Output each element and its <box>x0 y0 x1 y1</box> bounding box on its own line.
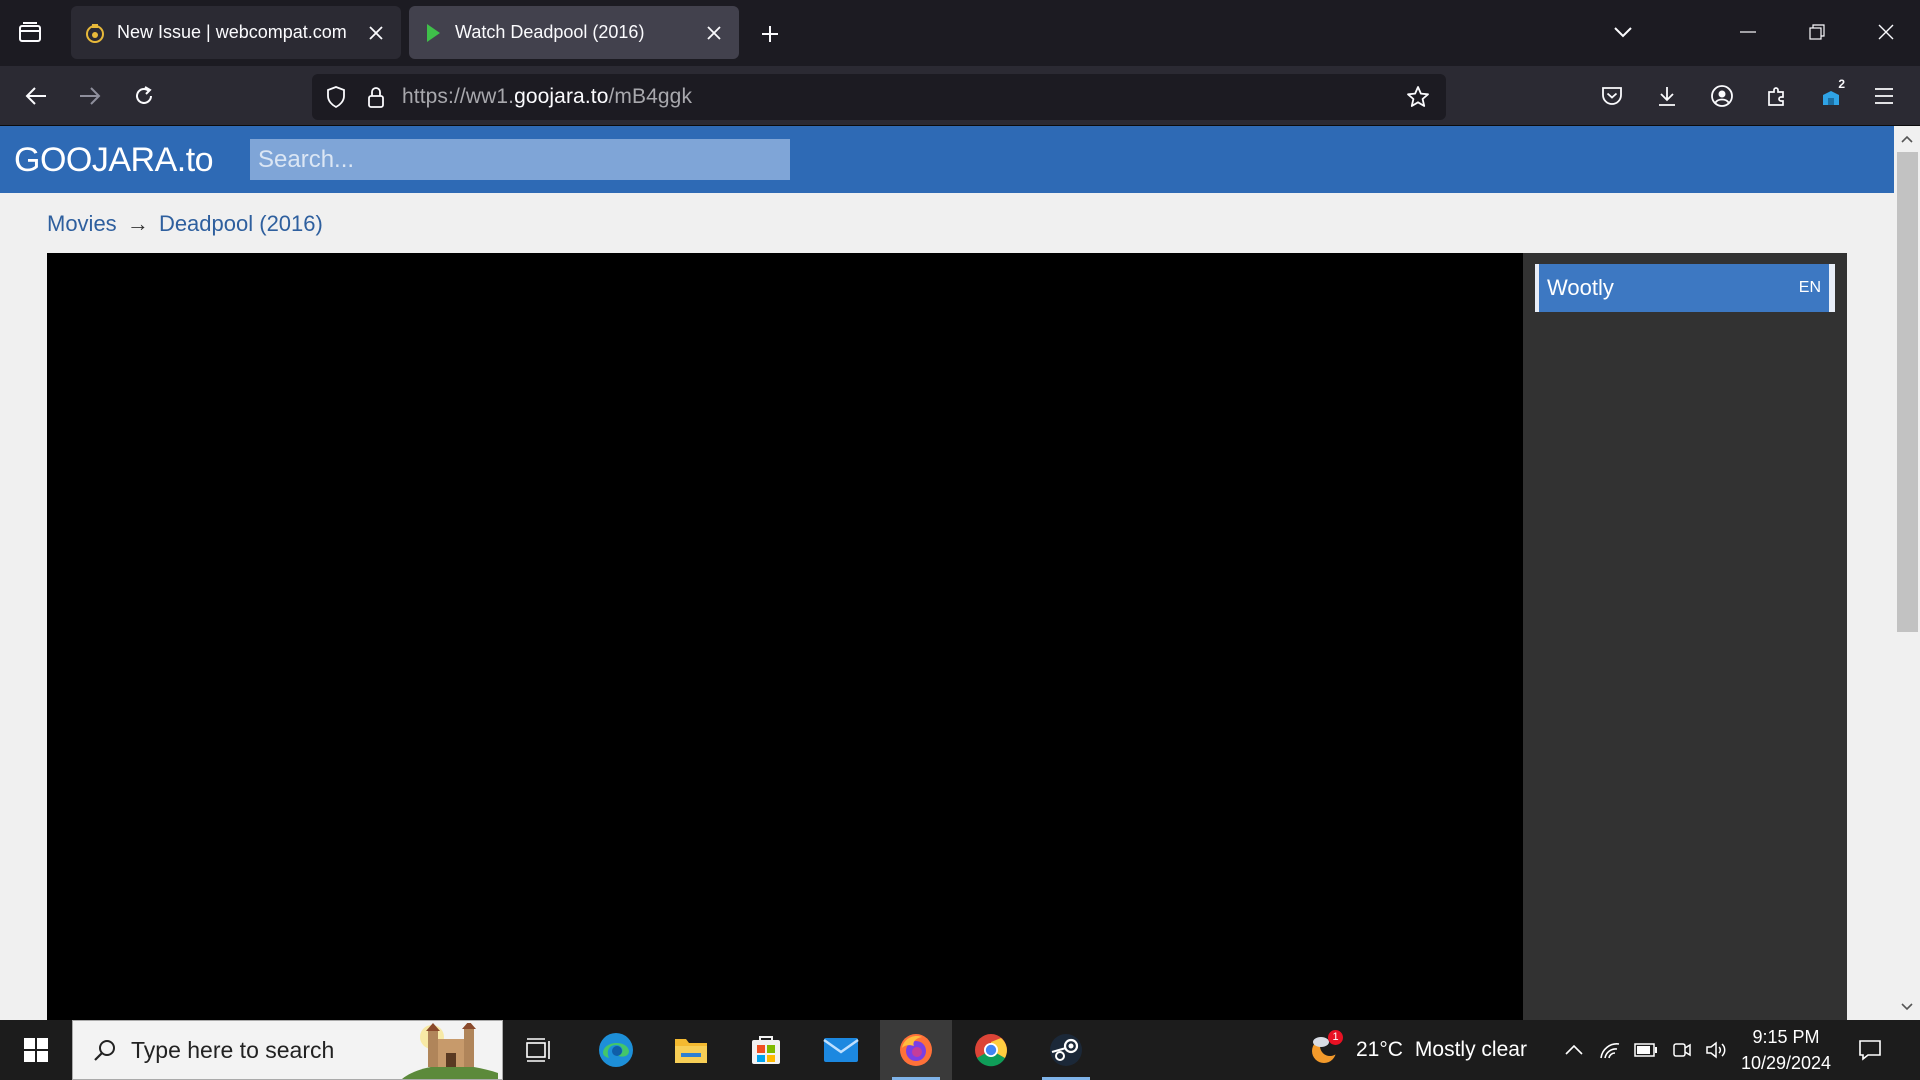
webcompat-favicon-icon <box>85 23 105 43</box>
play-favicon-icon <box>423 23 443 43</box>
scroll-up-icon[interactable] <box>1894 126 1920 152</box>
extension-badge-count: 2 <box>1836 77 1847 91</box>
download-icon[interactable] <box>1647 76 1687 116</box>
weather-desc: Mostly clear <box>1414 1038 1527 1061</box>
list-all-tabs-icon[interactable] <box>1603 14 1643 50</box>
lock-icon[interactable] <box>356 77 396 117</box>
edge-browser-icon[interactable] <box>580 1020 652 1080</box>
pocket-icon[interactable] <box>1592 76 1632 116</box>
breadcrumb-separator: → <box>126 211 149 236</box>
windows-taskbar: Type here to search 1 21°C Mostly clear … <box>0 1020 1920 1080</box>
site-header: GOOJARA.to <box>0 126 1894 193</box>
shield-icon[interactable] <box>316 77 356 117</box>
video-player[interactable] <box>47 253 1523 1020</box>
file-explorer-icon[interactable] <box>655 1020 727 1080</box>
notification-center-icon[interactable] <box>1850 1032 1890 1068</box>
url-text[interactable]: https://ww1.goojara.to/mB4ggk <box>402 85 692 109</box>
tab-strip: New Issue | webcompat.com Watch Deadpool… <box>0 0 1920 66</box>
close-tab-icon[interactable] <box>363 20 389 46</box>
server-item-wootly[interactable]: Wootly EN <box>1535 264 1835 312</box>
chrome-icon[interactable] <box>955 1020 1027 1080</box>
clock-date: 10/29/2024 <box>1740 1053 1832 1073</box>
scroll-thumb[interactable] <box>1897 152 1918 632</box>
firefox-icon[interactable] <box>880 1020 952 1080</box>
server-list-panel: Wootly EN <box>1523 253 1847 1020</box>
restore-icon[interactable] <box>1797 14 1837 50</box>
breadcrumb-current-link[interactable]: Deadpool (2016) <box>159 211 323 236</box>
scroll-down-icon[interactable] <box>1894 994 1920 1020</box>
show-hidden-icons-chevron-icon[interactable] <box>1558 1034 1590 1066</box>
reload-icon[interactable] <box>124 76 164 116</box>
page-scrollbar[interactable] <box>1894 126 1920 1020</box>
back-icon[interactable] <box>16 76 56 116</box>
taskbar-clock[interactable]: 9:15 PM 10/29/2024 <box>1738 1024 1834 1076</box>
new-tab-icon[interactable] <box>752 16 788 52</box>
menu-icon[interactable] <box>1864 76 1904 116</box>
account-icon[interactable] <box>1702 76 1742 116</box>
weather-widget[interactable]: 1 21°C Mostly clear <box>1308 1020 1527 1080</box>
volume-icon[interactable] <box>1700 1034 1732 1066</box>
weather-temp: 21°C <box>1356 1038 1403 1061</box>
server-name: Wootly <box>1547 275 1614 300</box>
microsoft-store-icon[interactable] <box>730 1020 802 1080</box>
taskbar-search-placeholder: Type here to search <box>131 1036 335 1063</box>
bookmark-star-icon[interactable] <box>1398 77 1438 117</box>
server-language: EN <box>1798 279 1821 296</box>
extensions-icon[interactable] <box>1757 76 1797 116</box>
forward-icon[interactable] <box>70 76 110 116</box>
wifi-icon[interactable] <box>1594 1034 1626 1066</box>
taskbar-search-box[interactable]: Type here to search <box>72 1020 503 1080</box>
breadcrumb: Movies → Deadpool (2016) <box>47 211 323 237</box>
minimize-icon[interactable] <box>1728 14 1768 50</box>
search-highlight-castle-icon <box>402 1023 498 1079</box>
site-search-input[interactable] <box>250 139 790 180</box>
tab-title: New Issue | webcompat.com <box>117 22 347 42</box>
search-icon <box>93 1038 117 1062</box>
breadcrumb-movies-link[interactable]: Movies <box>47 211 117 236</box>
nav-toolbar: https://ww1.goojara.to/mB4ggk 2 <box>0 66 1920 126</box>
tab-webcompat[interactable]: New Issue | webcompat.com <box>71 6 401 59</box>
mail-icon[interactable] <box>805 1020 877 1080</box>
meet-now-icon[interactable] <box>1666 1034 1698 1066</box>
weather-moon-cloud-icon: 1 <box>1308 1030 1343 1067</box>
site-logo[interactable]: GOOJARA.to <box>14 141 214 180</box>
close-window-icon[interactable] <box>1866 14 1906 50</box>
url-bar[interactable]: https://ww1.goojara.to/mB4ggk <box>312 74 1446 120</box>
tab-deadpool[interactable]: Watch Deadpool (2016) <box>409 6 739 59</box>
battery-icon[interactable] <box>1630 1034 1662 1066</box>
clock-time: 9:15 PM <box>1752 1027 1820 1047</box>
tab-list-icon[interactable] <box>12 14 48 50</box>
weather-badge: 1 <box>1328 1030 1343 1045</box>
extension-badge-icon[interactable]: 2 <box>1811 76 1851 116</box>
close-tab-icon[interactable] <box>701 20 727 46</box>
steam-icon[interactable] <box>1030 1020 1102 1080</box>
task-view-icon[interactable] <box>503 1020 575 1080</box>
tab-title: Watch Deadpool (2016) <box>455 22 645 42</box>
windows-start-icon[interactable] <box>0 1020 72 1080</box>
